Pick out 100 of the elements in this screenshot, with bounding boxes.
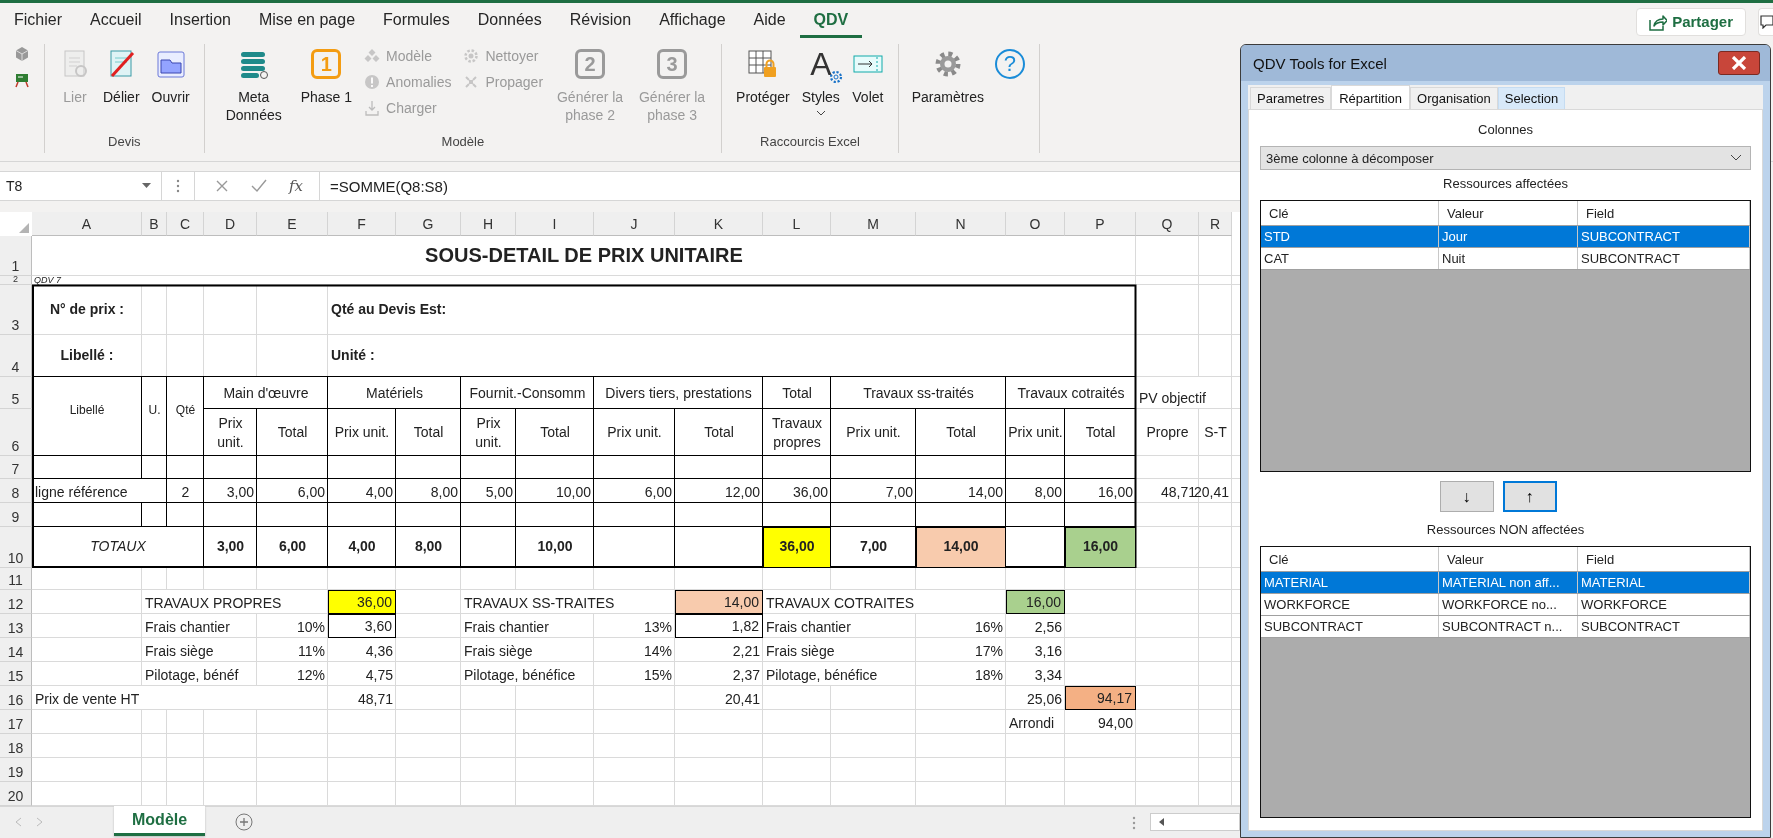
next-icon[interactable] xyxy=(36,817,44,827)
row-number[interactable]: 18 xyxy=(0,734,32,758)
column-header[interactable]: E xyxy=(257,212,328,236)
column-header[interactable]: I xyxy=(516,212,594,236)
list-row[interactable]: STD Jour SUBCONTRACT xyxy=(1261,226,1750,248)
menu-tab[interactable]: Accueil xyxy=(76,5,156,38)
column-header[interactable]: L xyxy=(763,212,831,236)
menu-tab[interactable]: Aide xyxy=(739,5,800,38)
name-box[interactable]: T8 xyxy=(0,172,162,200)
row-number[interactable]: 13 xyxy=(0,614,32,638)
column-dropdown[interactable]: 3ème colonne à décomposer xyxy=(1260,146,1751,170)
tab[interactable]: Parametres xyxy=(1250,87,1332,109)
move-button[interactable]: ↑ xyxy=(1502,481,1557,512)
list-column-header[interactable]: Valeur xyxy=(1439,201,1578,225)
tab[interactable]: Répartition xyxy=(1331,85,1411,110)
sheet-cell-text: 4,36 xyxy=(364,642,394,661)
row-number[interactable]: 9 xyxy=(0,503,32,527)
row-number[interactable]: 3 xyxy=(0,285,32,335)
cancel-icon[interactable] xyxy=(215,179,229,193)
list-row[interactable]: WORKFORCE WORKFORCE no... WORKFORCE xyxy=(1261,594,1750,616)
row-number[interactable]: 4 xyxy=(0,335,32,377)
column-header[interactable]: A xyxy=(32,212,142,236)
menu-tab[interactable]: Données xyxy=(463,5,556,38)
row-number[interactable]: 15 xyxy=(0,662,32,686)
row-number[interactable]: 11 xyxy=(0,568,32,590)
column-header[interactable]: C xyxy=(167,212,204,236)
add-sheet-icon[interactable] xyxy=(235,813,254,831)
list-column-header[interactable]: Field xyxy=(1578,547,1750,571)
scroll-left-icon xyxy=(1157,817,1165,827)
row-number[interactable]: 19 xyxy=(0,758,32,782)
row-number[interactable]: 20 xyxy=(0,782,32,806)
share-button[interactable]: Partager xyxy=(1636,7,1746,36)
ribbon-button[interactable]: Meta Données xyxy=(214,44,293,126)
list-row[interactable]: CAT Nuit SUBCONTRACT xyxy=(1261,248,1750,270)
column-header[interactable]: G xyxy=(396,212,461,236)
resource-list[interactable]: Clé Valeur Field MATERIAL MATERIAL non aff... MATERIAL WORKFORCE WORKFORCE no... WORKFORCE SUBCONTRACT SUBCONTRACT n... SUBCONTRACT xyxy=(1260,546,1751,818)
row-number[interactable]: 14 xyxy=(0,638,32,662)
ribbon-button[interactable]: Volet xyxy=(847,44,888,108)
row-number[interactable]: 8 xyxy=(0,479,32,503)
row-number[interactable]: 2 xyxy=(0,276,32,285)
column-header[interactable]: J xyxy=(594,212,675,236)
list-cell: Jour xyxy=(1439,226,1578,247)
row-number[interactable]: 17 xyxy=(0,710,32,734)
column-header[interactable]: H xyxy=(461,212,516,236)
previous-icon[interactable] xyxy=(14,817,22,827)
sheet-cell-text: 3,16 xyxy=(1033,642,1063,661)
resource-list[interactable]: Clé Valeur Field STD Jour SUBCONTRACT CAT Nuit SUBCONTRACT xyxy=(1260,200,1751,472)
ribbon-button[interactable]: A Styles xyxy=(797,44,844,118)
row-number[interactable]: 6 xyxy=(0,409,32,456)
list-column-header[interactable]: Clé xyxy=(1261,201,1439,225)
row-number[interactable]: 7 xyxy=(0,456,32,479)
column-header[interactable]: R xyxy=(1199,212,1232,236)
list-column-header[interactable]: Field xyxy=(1578,201,1750,225)
menu-tab[interactable]: Fichier xyxy=(0,5,76,38)
sheet-cell-text: 2 xyxy=(180,483,191,502)
menu-tab[interactable]: Insertion xyxy=(155,5,245,38)
column-header[interactable]: N xyxy=(916,212,1006,236)
ribbon-button[interactable]: Paramètres xyxy=(908,44,987,108)
list-row[interactable]: MATERIAL MATERIAL non aff... MATERIAL xyxy=(1261,572,1750,594)
column-header[interactable]: M xyxy=(831,212,916,236)
ribbon-button[interactable]: Délier xyxy=(99,44,144,108)
sheet-cell-text: 94,00 xyxy=(1096,714,1134,733)
column-header[interactable]: Q xyxy=(1136,212,1199,236)
sheet-cell-text: Fournit.-Consomm xyxy=(468,383,587,403)
list-column-header[interactable]: Valeur xyxy=(1439,547,1578,571)
menu-tab[interactable]: Révision xyxy=(555,5,646,38)
check-icon[interactable] xyxy=(251,179,267,193)
sheet-cell-text: 3,34 xyxy=(1033,666,1063,685)
column-header[interactable]: O xyxy=(1006,212,1065,236)
ribbon-button[interactable]: Ouvrir xyxy=(147,44,194,108)
scroll-bar[interactable] xyxy=(1150,813,1240,831)
column-header[interactable]: D xyxy=(204,212,257,236)
row-number[interactable]: 5 xyxy=(0,377,32,409)
menu-tab[interactable]: Formules xyxy=(369,5,464,38)
sheet-cell-text: Total xyxy=(703,423,735,442)
row-number[interactable]: 16 xyxy=(0,686,32,710)
move-button[interactable]: ↓ xyxy=(1439,481,1494,512)
row-number[interactable]: 12 xyxy=(0,590,32,614)
row-number[interactable]: 1 xyxy=(0,236,32,276)
column-header[interactable]: P xyxy=(1065,212,1136,236)
row-number[interactable]: 10 xyxy=(0,527,32,568)
sheet-tab[interactable]: Modèle xyxy=(114,806,206,836)
menu-tab[interactable]: Affichage xyxy=(645,5,740,38)
column-header[interactable]: B xyxy=(142,212,167,236)
sheet-cell-text: Libellé : xyxy=(59,345,115,365)
ribbon-button[interactable]: 1 Phase 1 xyxy=(296,44,357,108)
list-cell: Nuit xyxy=(1439,248,1578,269)
tab[interactable]: Selection xyxy=(1497,87,1566,109)
ribbon-button[interactable]: Protéger xyxy=(732,44,794,108)
tab[interactable]: Organisation xyxy=(1410,87,1498,109)
insert-function-button[interactable]: fx xyxy=(289,177,303,195)
formula-field[interactable]: =SOMME(Q8:S8) xyxy=(320,172,1240,200)
menu-tab[interactable]: Mise en page xyxy=(244,5,370,38)
list-cell: WORKFORCE xyxy=(1261,594,1439,615)
close-button[interactable] xyxy=(1718,51,1760,75)
column-header[interactable]: K xyxy=(675,212,763,236)
column-header[interactable]: F xyxy=(328,212,396,236)
sheet-cell-text: Qté au Devis Est: xyxy=(330,299,448,319)
list-row[interactable]: SUBCONTRACT SUBCONTRACT n... SUBCONTRACT xyxy=(1261,616,1750,638)
list-column-header[interactable]: Clé xyxy=(1261,547,1439,571)
